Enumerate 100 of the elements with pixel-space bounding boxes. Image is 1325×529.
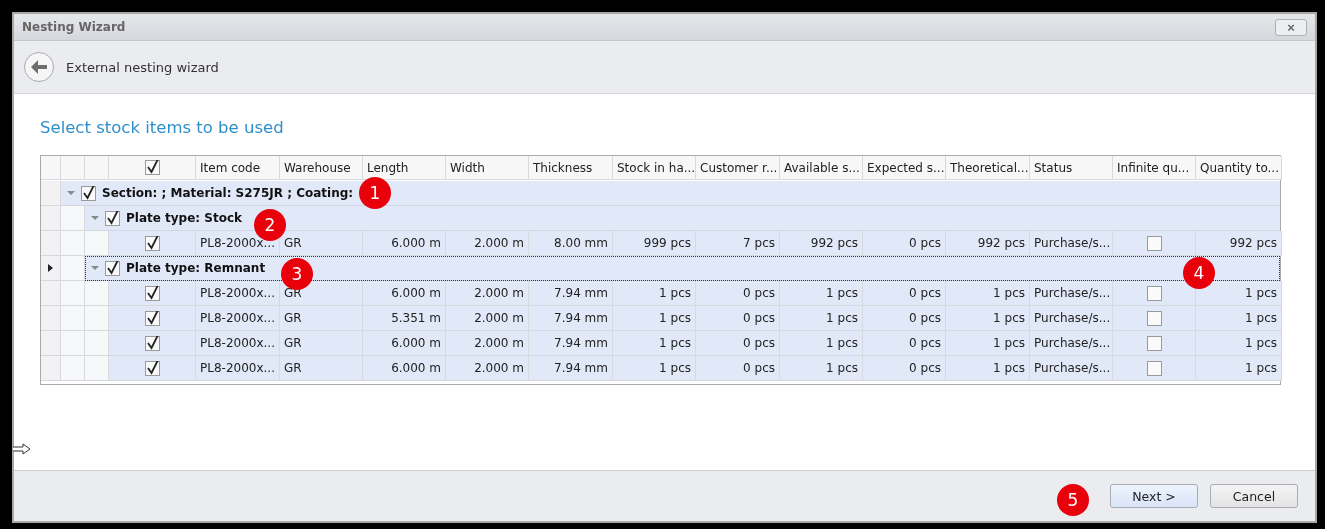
table-cell: 0 pcs	[863, 281, 946, 306]
table-cell: 992 pcs	[946, 231, 1030, 256]
row-indicator-cell	[41, 356, 61, 381]
collapse-caret-icon[interactable]	[67, 190, 75, 196]
indent-cell	[61, 206, 85, 231]
table-cell: 7.94 mm	[529, 281, 613, 306]
checkbox[interactable]	[144, 360, 160, 376]
table-cell: 6.000 m	[363, 331, 446, 356]
checkbox[interactable]	[1146, 285, 1162, 301]
table-cell: 1 pcs	[946, 281, 1030, 306]
checkbox[interactable]	[144, 235, 160, 251]
table-cell: 0 pcs	[696, 281, 780, 306]
column-header[interactable]: Length	[363, 156, 446, 180]
table-cell: GR	[280, 356, 363, 381]
back-arrow-icon	[31, 60, 47, 74]
table-cell: 2.000 m	[446, 231, 529, 256]
table-cell: 992 pcs	[780, 231, 863, 256]
indent-cell	[61, 306, 85, 331]
table-cell: 1 pcs	[946, 306, 1030, 331]
row-indicator-cell	[41, 181, 61, 206]
collapse-caret-icon[interactable]	[91, 265, 99, 271]
checkbox[interactable]	[144, 160, 160, 175]
row-indicator-cell	[41, 331, 61, 356]
table-cell: 0 pcs	[696, 331, 780, 356]
column-header[interactable]: Status	[1030, 156, 1113, 180]
row-indicator-cell	[41, 306, 61, 331]
table-cell: 7 pcs	[696, 231, 780, 256]
column-header[interactable]: Width	[446, 156, 529, 180]
table-cell: 1 pcs	[613, 331, 696, 356]
table-cell: GR	[280, 306, 363, 331]
column-header[interactable]: Available s...	[780, 156, 863, 180]
column-header[interactable]: Expected s...	[863, 156, 946, 180]
column-header[interactable]: Quantity to...	[1196, 156, 1282, 180]
table-cell: 6.000 m	[363, 356, 446, 381]
close-button[interactable]: ×	[1275, 18, 1307, 36]
table-cell: 0 pcs	[863, 331, 946, 356]
column-header[interactable]: Customer r...	[696, 156, 780, 180]
group-label: Section: ; Material: S275JR ; Coating:	[102, 186, 354, 200]
table-cell: GR	[280, 231, 363, 256]
table-cell: 1 pcs	[946, 331, 1030, 356]
table-cell: Purchase/s...	[1030, 231, 1113, 256]
checkbox[interactable]	[144, 310, 160, 326]
checkbox[interactable]	[144, 335, 160, 351]
table-cell: 0 pcs	[863, 306, 946, 331]
column-header[interactable]: Infinite qu...	[1113, 156, 1196, 180]
column-header[interactable]: Stock in ha...	[613, 156, 696, 180]
page-title: Select stock items to be used	[40, 118, 285, 137]
table-cell: 999 pcs	[613, 231, 696, 256]
table-cell: 7.94 mm	[529, 356, 613, 381]
back-button[interactable]	[24, 52, 54, 82]
table-cell: GR	[280, 331, 363, 356]
column-header[interactable]: Warehouse	[280, 156, 363, 180]
collapse-caret-icon[interactable]	[91, 215, 99, 221]
table-cell: 2.000 m	[446, 356, 529, 381]
row-indicator-cell	[41, 206, 61, 231]
checkbox[interactable]	[105, 210, 120, 226]
table-cell: 1 pcs	[1196, 306, 1282, 331]
table-cell: 1 pcs	[1196, 356, 1282, 381]
table-cell: 1 pcs	[780, 281, 863, 306]
column-header[interactable]: Thickness	[529, 156, 613, 180]
group-label: Plate type: Remnant	[126, 261, 266, 275]
column-header[interactable]: Theoretical...	[946, 156, 1030, 180]
cancel-button[interactable]: Cancel	[1210, 484, 1298, 508]
table-cell: 0 pcs	[863, 231, 946, 256]
table-cell: 0 pcs	[863, 356, 946, 381]
checkbox[interactable]	[105, 260, 120, 276]
checkbox[interactable]	[81, 185, 96, 201]
next-button[interactable]: Next >	[1110, 484, 1198, 508]
column-header[interactable]: Item code	[196, 156, 280, 180]
table-cell: 2.000 m	[446, 281, 529, 306]
row-pointer-icon	[48, 264, 53, 272]
table-cell: PL8-2000x...	[196, 331, 280, 356]
indent-cell	[61, 331, 85, 356]
table-cell: PL8-2000x...	[196, 356, 280, 381]
indent-cell	[61, 231, 85, 256]
checkbox[interactable]	[1146, 360, 1162, 376]
table-cell: 1 pcs	[613, 281, 696, 306]
table-cell: 1 pcs	[613, 356, 696, 381]
table-cell: Purchase/s...	[1030, 331, 1113, 356]
table-cell: PL8-2000x...	[196, 281, 280, 306]
table-cell: 2.000 m	[446, 331, 529, 356]
table-cell: 0 pcs	[696, 306, 780, 331]
table-cell: 1 pcs	[780, 331, 863, 356]
checkbox[interactable]	[1146, 335, 1162, 351]
table-cell: 0 pcs	[696, 356, 780, 381]
indent-cell	[61, 281, 85, 306]
table-cell: 1 pcs	[946, 356, 1030, 381]
checkbox[interactable]	[144, 285, 160, 301]
table-cell: 1 pcs	[1196, 331, 1282, 356]
group-label: Plate type: Stock	[126, 211, 243, 225]
checkbox[interactable]	[1146, 310, 1162, 326]
table-cell: 7.94 mm	[529, 306, 613, 331]
table-cell: 7.94 mm	[529, 331, 613, 356]
table-cell: 1 pcs	[1196, 281, 1282, 306]
table-cell: Purchase/s...	[1030, 356, 1113, 381]
table-cell: 6.000 m	[363, 231, 446, 256]
checkbox[interactable]	[1146, 235, 1162, 251]
table-cell: 8.00 mm	[529, 231, 613, 256]
indent-cell	[61, 356, 85, 381]
window-title: Nesting Wizard	[22, 20, 126, 34]
